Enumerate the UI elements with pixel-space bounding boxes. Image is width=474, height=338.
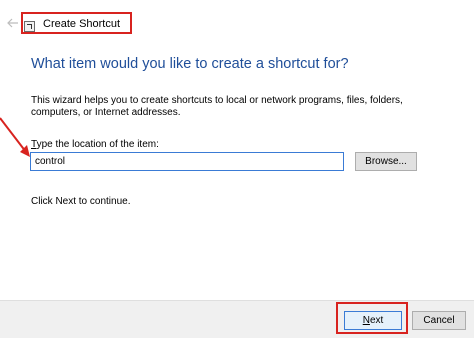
continue-instruction: Click Next to continue. [31,196,131,207]
next-label: ext [369,315,384,326]
next-button[interactable]: Next [344,311,402,330]
title-highlight-box [21,12,132,34]
location-input[interactable] [30,152,344,171]
location-field-label: Type the location of the item: [31,139,159,150]
cancel-button[interactable]: Cancel [412,311,466,330]
create-shortcut-window: Create Shortcut What item would you like… [0,0,474,338]
back-arrow-icon[interactable] [6,16,20,30]
browse-button-label: Browse... [365,156,407,167]
wizard-description: This wizard helps you to create shortcut… [31,95,403,118]
next-mnemonic: N [362,315,370,326]
label-text: ype the location of the item: [36,139,159,150]
browse-button[interactable]: Browse... [355,152,417,171]
page-heading: What item would you like to create a sho… [31,56,349,72]
cancel-button-label: Cancel [423,315,455,326]
